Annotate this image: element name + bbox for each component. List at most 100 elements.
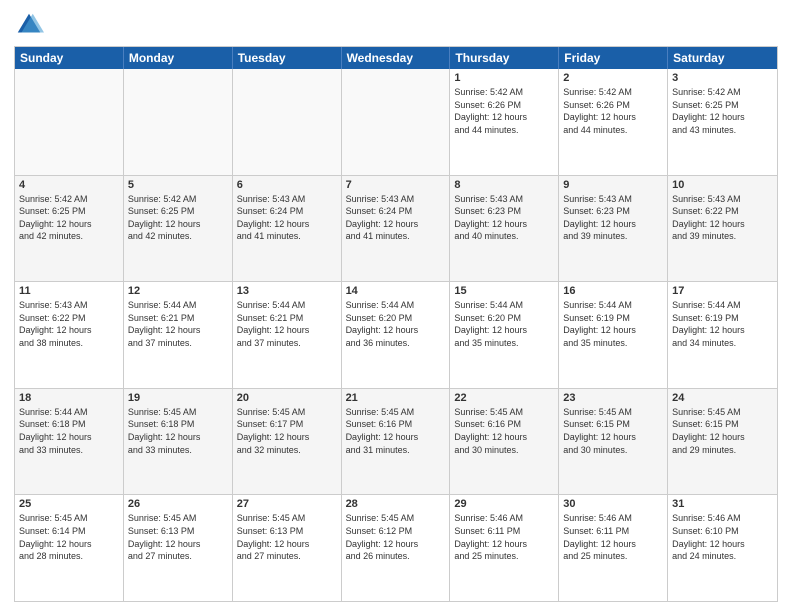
header [14,10,778,40]
day-number: 13 [237,285,337,297]
day-number: 24 [672,392,773,404]
day-info: Sunrise: 5:43 AM Sunset: 6:22 PM Dayligh… [19,299,119,349]
logo-icon [14,10,44,40]
day-number: 1 [454,72,554,84]
day-info: Sunrise: 5:42 AM Sunset: 6:26 PM Dayligh… [454,86,554,136]
day-info: Sunrise: 5:44 AM Sunset: 6:21 PM Dayligh… [128,299,228,349]
day-number: 14 [346,285,446,297]
calendar-cell: 29 Sunrise: 5:46 AM Sunset: 6:11 PM Dayli… [450,495,559,601]
calendar-cell: 21Sunrise: 5:45 AM Sunset: 6:16 PM Dayli… [342,389,451,495]
day-info: Sunrise: 5:44 AM Sunset: 6:19 PM Dayligh… [563,299,663,349]
day-number: 8 [454,179,554,191]
day-number: 3 [672,72,773,84]
calendar-cell: 24 Sunrise: 5:45 AM Sunset: 6:15 PM Dayli… [668,389,777,495]
calendar-cell: 25Sunrise: 5:45 AM Sunset: 6:14 PM Dayli… [15,495,124,601]
day-number: 23 [563,392,663,404]
day-info: Sunrise: 5:45 AM Sunset: 6:13 PM Dayligh… [237,512,337,562]
calendar-body: 1 Sunrise: 5:42 AM Sunset: 6:26 PM Daylig… [15,69,777,601]
logo [14,10,48,40]
calendar-cell: 3 Sunrise: 5:42 AM Sunset: 6:25 PM Daylig… [668,69,777,175]
calendar-row: 1 Sunrise: 5:42 AM Sunset: 6:26 PM Daylig… [15,69,777,176]
calendar-cell [342,69,451,175]
calendar-cell: 5 Sunrise: 5:42 AM Sunset: 6:25 PM Daylig… [124,176,233,282]
day-info: Sunrise: 5:43 AM Sunset: 6:24 PM Dayligh… [346,193,446,243]
day-number: 11 [19,285,119,297]
day-info: Sunrise: 5:42 AM Sunset: 6:25 PM Dayligh… [128,193,228,243]
day-number: 6 [237,179,337,191]
calendar-header-cell: Thursday [450,47,559,69]
calendar-row: 25Sunrise: 5:45 AM Sunset: 6:14 PM Dayli… [15,495,777,601]
page-container: SundayMondayTuesdayWednesdayThursdayFrid… [0,0,792,612]
calendar-cell: 20 Sunrise: 5:45 AM Sunset: 6:17 PM Dayli… [233,389,342,495]
day-number: 20 [237,392,337,404]
calendar-cell: 6 Sunrise: 5:43 AM Sunset: 6:24 PM Daylig… [233,176,342,282]
calendar-row: 4Sunrise: 5:42 AM Sunset: 6:25 PM Daylig… [15,176,777,283]
day-info: Sunrise: 5:45 AM Sunset: 6:18 PM Dayligh… [128,406,228,456]
day-info: Sunrise: 5:45 AM Sunset: 6:15 PM Dayligh… [672,406,773,456]
day-info: Sunrise: 5:46 AM Sunset: 6:11 PM Dayligh… [563,512,663,562]
day-number: 17 [672,285,773,297]
day-info: Sunrise: 5:45 AM Sunset: 6:15 PM Dayligh… [563,406,663,456]
day-info: Sunrise: 5:42 AM Sunset: 6:25 PM Dayligh… [19,193,119,243]
calendar-cell: 16 Sunrise: 5:44 AM Sunset: 6:19 PM Dayli… [559,282,668,388]
calendar-header: SundayMondayTuesdayWednesdayThursdayFrid… [15,47,777,69]
calendar-cell: 9 Sunrise: 5:43 AM Sunset: 6:23 PM Daylig… [559,176,668,282]
calendar-cell: 1 Sunrise: 5:42 AM Sunset: 6:26 PM Daylig… [450,69,559,175]
day-info: Sunrise: 5:42 AM Sunset: 6:25 PM Dayligh… [672,86,773,136]
day-info: Sunrise: 5:44 AM Sunset: 6:18 PM Dayligh… [19,406,119,456]
calendar-header-cell: Saturday [668,47,777,69]
calendar-cell: 12 Sunrise: 5:44 AM Sunset: 6:21 PM Dayli… [124,282,233,388]
day-info: Sunrise: 5:45 AM Sunset: 6:17 PM Dayligh… [237,406,337,456]
calendar-row: 11 Sunrise: 5:43 AM Sunset: 6:22 PM Dayli… [15,282,777,389]
day-number: 22 [454,392,554,404]
calendar-cell: 8 Sunrise: 5:43 AM Sunset: 6:23 PM Daylig… [450,176,559,282]
calendar-cell: 31Sunrise: 5:46 AM Sunset: 6:10 PM Dayli… [668,495,777,601]
calendar-cell: 13Sunrise: 5:44 AM Sunset: 6:21 PM Dayli… [233,282,342,388]
day-number: 29 [454,498,554,510]
calendar-cell: 28Sunrise: 5:45 AM Sunset: 6:12 PM Dayli… [342,495,451,601]
day-info: Sunrise: 5:43 AM Sunset: 6:23 PM Dayligh… [563,193,663,243]
day-info: Sunrise: 5:46 AM Sunset: 6:11 PM Dayligh… [454,512,554,562]
day-number: 7 [346,179,446,191]
day-info: Sunrise: 5:42 AM Sunset: 6:26 PM Dayligh… [563,86,663,136]
day-number: 19 [128,392,228,404]
calendar-cell: 2 Sunrise: 5:42 AM Sunset: 6:26 PM Daylig… [559,69,668,175]
calendar-cell: 7 Sunrise: 5:43 AM Sunset: 6:24 PM Daylig… [342,176,451,282]
calendar-header-cell: Wednesday [342,47,451,69]
calendar-cell: 17 Sunrise: 5:44 AM Sunset: 6:19 PM Dayli… [668,282,777,388]
day-number: 5 [128,179,228,191]
day-info: Sunrise: 5:43 AM Sunset: 6:23 PM Dayligh… [454,193,554,243]
day-info: Sunrise: 5:45 AM Sunset: 6:12 PM Dayligh… [346,512,446,562]
day-info: Sunrise: 5:45 AM Sunset: 6:16 PM Dayligh… [346,406,446,456]
day-info: Sunrise: 5:44 AM Sunset: 6:20 PM Dayligh… [454,299,554,349]
calendar-cell: 23 Sunrise: 5:45 AM Sunset: 6:15 PM Dayli… [559,389,668,495]
day-info: Sunrise: 5:44 AM Sunset: 6:19 PM Dayligh… [672,299,773,349]
day-number: 27 [237,498,337,510]
day-number: 26 [128,498,228,510]
day-info: Sunrise: 5:43 AM Sunset: 6:24 PM Dayligh… [237,193,337,243]
day-number: 10 [672,179,773,191]
day-number: 25 [19,498,119,510]
day-number: 15 [454,285,554,297]
calendar-cell: 19 Sunrise: 5:45 AM Sunset: 6:18 PM Dayli… [124,389,233,495]
day-info: Sunrise: 5:45 AM Sunset: 6:16 PM Dayligh… [454,406,554,456]
day-info: Sunrise: 5:45 AM Sunset: 6:13 PM Dayligh… [128,512,228,562]
calendar-cell: 27 Sunrise: 5:45 AM Sunset: 6:13 PM Dayli… [233,495,342,601]
calendar-cell: 4Sunrise: 5:42 AM Sunset: 6:25 PM Daylig… [15,176,124,282]
calendar-cell: 22 Sunrise: 5:45 AM Sunset: 6:16 PM Dayli… [450,389,559,495]
day-number: 16 [563,285,663,297]
calendar-cell: 18Sunrise: 5:44 AM Sunset: 6:18 PM Dayli… [15,389,124,495]
calendar-cell [233,69,342,175]
day-number: 12 [128,285,228,297]
calendar-header-cell: Tuesday [233,47,342,69]
day-info: Sunrise: 5:43 AM Sunset: 6:22 PM Dayligh… [672,193,773,243]
calendar-cell: 15 Sunrise: 5:44 AM Sunset: 6:20 PM Dayli… [450,282,559,388]
calendar-cell: 11 Sunrise: 5:43 AM Sunset: 6:22 PM Dayli… [15,282,124,388]
day-number: 2 [563,72,663,84]
day-info: Sunrise: 5:44 AM Sunset: 6:20 PM Dayligh… [346,299,446,349]
calendar-header-cell: Sunday [15,47,124,69]
calendar-header-cell: Friday [559,47,668,69]
day-number: 9 [563,179,663,191]
calendar: SundayMondayTuesdayWednesdayThursdayFrid… [14,46,778,602]
calendar-cell: 26 Sunrise: 5:45 AM Sunset: 6:13 PM Dayli… [124,495,233,601]
